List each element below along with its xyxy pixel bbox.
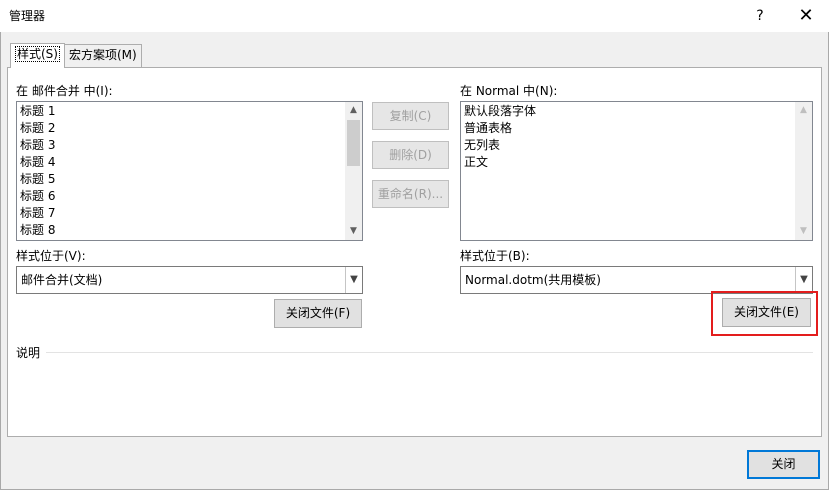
list-item[interactable]: 标题 7 xyxy=(17,205,345,222)
window-close-button[interactable]: ✕ xyxy=(790,2,822,30)
list-item[interactable]: 标题 1 xyxy=(17,103,345,120)
description-separator xyxy=(46,352,813,353)
list-item[interactable]: 正文 xyxy=(461,154,795,171)
copy-button[interactable]: 复制(C) xyxy=(372,102,449,130)
tab-styles-label: 样式(S) xyxy=(15,46,60,62)
left-location-value: 邮件合并(文档) xyxy=(21,273,103,287)
window-title: 管理器 xyxy=(9,9,46,23)
chevron-up-icon[interactable]: ▲ xyxy=(796,102,811,119)
right-close-file-button[interactable]: 关闭文件(E) xyxy=(722,298,811,327)
tab-panel: 在 邮件合并 中(I): 标题 1 标题 2 标题 3 标题 4 标题 5 标题… xyxy=(7,67,822,437)
left-close-file-button[interactable]: 关闭文件(F) xyxy=(274,299,362,328)
delete-button[interactable]: 删除(D) xyxy=(372,141,449,169)
tab-styles[interactable]: 样式(S) xyxy=(10,43,65,68)
chevron-up-icon[interactable]: ▲ xyxy=(346,102,361,119)
right-list-scrollbar[interactable]: ▲ ▼ xyxy=(795,102,812,240)
chevron-down-icon[interactable]: ▼ xyxy=(796,223,811,240)
list-item[interactable]: 默认段落字体 xyxy=(461,103,795,120)
left-list-label: 在 邮件合并 中(I): xyxy=(16,84,113,98)
chevron-down-icon[interactable]: ▼ xyxy=(795,267,812,293)
help-button[interactable]: ? xyxy=(745,2,775,30)
list-item[interactable]: 普通表格 xyxy=(461,120,795,137)
right-location-select[interactable]: Normal.dotm(共用模板) ▼ xyxy=(460,266,813,294)
tab-macro-items-label: 宏方案项(M) xyxy=(69,48,137,62)
right-list-label: 在 Normal 中(N): xyxy=(460,84,558,98)
chevron-down-icon[interactable]: ▼ xyxy=(345,267,362,293)
chevron-down-icon[interactable]: ▼ xyxy=(346,223,361,240)
left-location-label: 样式位于(V): xyxy=(16,249,86,263)
list-item[interactable]: 标题 6 xyxy=(17,188,345,205)
left-location-select[interactable]: 邮件合并(文档) ▼ xyxy=(16,266,363,294)
right-location-label: 样式位于(B): xyxy=(460,249,530,263)
list-item[interactable]: 标题 2 xyxy=(17,120,345,137)
list-item[interactable]: 标题 5 xyxy=(17,171,345,188)
list-item[interactable]: 标题 4 xyxy=(17,154,345,171)
tab-macro-items[interactable]: 宏方案项(M) xyxy=(64,44,142,67)
description-label: 说明 xyxy=(16,346,41,360)
right-style-list[interactable]: 默认段落字体 普通表格 无列表 正文 ▲ ▼ xyxy=(460,101,813,241)
left-style-list[interactable]: 标题 1 标题 2 标题 3 标题 4 标题 5 标题 6 标题 7 标题 8 … xyxy=(16,101,363,241)
rename-button[interactable]: 重命名(R)... xyxy=(372,180,449,208)
title-bar xyxy=(0,0,829,32)
scroll-thumb[interactable] xyxy=(347,120,360,166)
left-list-scrollbar[interactable]: ▲ ▼ xyxy=(345,102,362,240)
list-item[interactable]: 标题 8 xyxy=(17,222,345,239)
right-location-value: Normal.dotm(共用模板) xyxy=(465,273,601,287)
list-item[interactable]: 无列表 xyxy=(461,137,795,154)
close-dialog-button[interactable]: 关闭 xyxy=(747,450,820,479)
list-item[interactable]: 标题 3 xyxy=(17,137,345,154)
